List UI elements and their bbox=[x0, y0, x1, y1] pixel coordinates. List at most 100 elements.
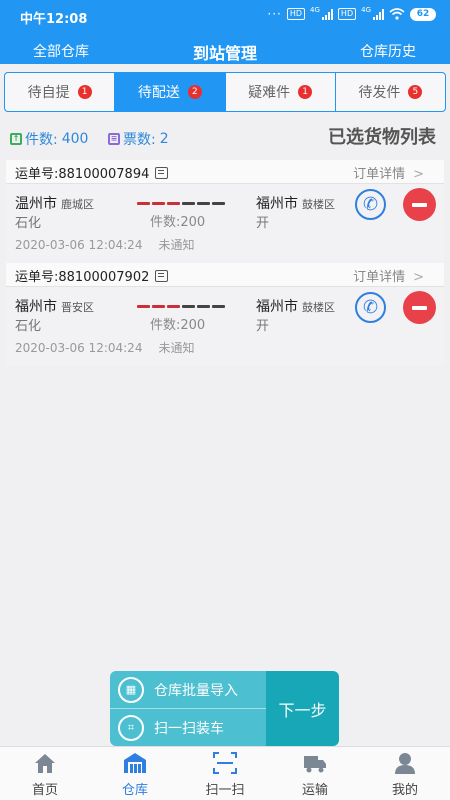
order-pieces: 件数:200 bbox=[150, 318, 206, 333]
tickets-label: 票数: bbox=[123, 132, 156, 148]
tickets-value: 2 bbox=[159, 131, 169, 147]
chevron-right-icon: > bbox=[413, 270, 424, 285]
destination-district: 鼓楼区 bbox=[302, 301, 335, 314]
destination-sub: 开 bbox=[256, 319, 270, 334]
order-detail-link[interactable]: 订单详情 > bbox=[353, 163, 424, 182]
nav-label: 我的 bbox=[391, 783, 418, 798]
tab-label: 待发件 bbox=[358, 85, 401, 101]
origin-sub: 石化 bbox=[15, 216, 42, 231]
order-meta: 2020-03-06 12:04:24 未通知 bbox=[15, 339, 194, 356]
batch-import-button[interactable]: ▦ 仓库批量导入 bbox=[110, 671, 266, 708]
phone-icon: ✆ bbox=[362, 297, 379, 318]
status-icons: ··· HD 4G HD 4G 62 bbox=[267, 7, 436, 21]
order-pieces: 件数:200 bbox=[150, 215, 206, 230]
waybill-text: 运单号:88100007902 bbox=[15, 270, 150, 285]
network-type-2: 4G bbox=[361, 6, 371, 14]
nav-mine[interactable]: 我的 bbox=[360, 747, 450, 800]
scan-icon: ⌗ bbox=[118, 714, 144, 741]
origin-district: 晋安区 bbox=[61, 301, 94, 314]
phone-button[interactable]: ✆ bbox=[355, 292, 386, 323]
user-icon bbox=[395, 753, 415, 774]
destination-city-name: 福州市 bbox=[256, 299, 298, 315]
waybill-number: 运单号:88100007902 bbox=[15, 266, 169, 285]
destination-city: 福州市 鼓楼区 bbox=[256, 193, 335, 213]
remove-button[interactable] bbox=[403, 291, 436, 324]
tab-pickup[interactable]: 待自提 1 bbox=[5, 73, 116, 111]
nav-label: 扫一扫 bbox=[205, 783, 245, 798]
notice-status: 未通知 bbox=[158, 341, 195, 355]
destination-city-name: 福州市 bbox=[256, 196, 298, 212]
route-line-icon bbox=[137, 202, 225, 205]
more-dots-icon: ··· bbox=[267, 7, 282, 21]
destination-sub: 开 bbox=[256, 216, 270, 231]
tab-badge: 1 bbox=[77, 85, 92, 99]
battery-icon: 62 bbox=[410, 7, 436, 21]
tab-label: 待自提 bbox=[27, 85, 70, 101]
phone-icon: ✆ bbox=[362, 194, 379, 215]
action-options: ▦ 仓库批量导入 ⌗ 扫一扫装车 bbox=[110, 671, 266, 746]
destination-district: 鼓楼区 bbox=[302, 198, 335, 211]
order-detail-link[interactable]: 订单详情 > bbox=[353, 266, 424, 285]
remove-button[interactable] bbox=[403, 188, 436, 221]
pieces-summary: ↑ 件数: 400 bbox=[10, 129, 88, 149]
order-card: 运单号:88100007894 订单详情 > 温州市 鹿城区 石化 件数:200 福… bbox=[6, 160, 444, 263]
tickets-icon: ≡ bbox=[108, 133, 120, 145]
waybill-number: 运单号:88100007894 bbox=[15, 163, 169, 182]
tab-to-send[interactable]: 待发件 5 bbox=[336, 73, 445, 111]
pieces-label: 件数: bbox=[25, 132, 58, 148]
pieces-value: 400 bbox=[61, 131, 89, 147]
all-warehouses-button[interactable]: 全部仓库 bbox=[33, 41, 89, 61]
header: 全部仓库 到站管理 仓库历史 bbox=[0, 32, 450, 66]
notice-status: 未通知 bbox=[158, 238, 195, 252]
network-type: 4G bbox=[310, 6, 320, 14]
scan-icon bbox=[213, 752, 237, 774]
order-detail-label: 订单详情 bbox=[353, 167, 406, 182]
wifi-icon bbox=[389, 8, 405, 20]
nav-warehouse[interactable]: 仓库 bbox=[90, 747, 180, 800]
status-time: 中午12:08 bbox=[20, 12, 88, 27]
warehouse-history-button[interactable]: 仓库历史 bbox=[360, 41, 416, 61]
order-time: 2020-03-06 12:04:24 bbox=[15, 238, 143, 252]
tab-label: 疑难件 bbox=[248, 85, 291, 101]
nav-label: 运输 bbox=[301, 783, 328, 798]
pieces-icon: ↑ bbox=[10, 133, 22, 145]
destination-city: 福州市 鼓楼区 bbox=[256, 296, 335, 316]
origin-sub: 石化 bbox=[15, 319, 42, 334]
origin-district: 鹿城区 bbox=[61, 198, 94, 211]
order-card: 运单号:88100007902 订单详情 > 福州市 晋安区 石化 件数:200 福… bbox=[6, 263, 444, 366]
signal-icon-2 bbox=[373, 8, 384, 20]
tab-badge: 2 bbox=[187, 85, 202, 99]
warehouse-icon: ▦ bbox=[118, 676, 144, 703]
order-header: 运单号:88100007902 订单详情 > bbox=[6, 263, 444, 287]
signal-icon bbox=[321, 8, 333, 20]
origin-city: 温州市 鹿城区 bbox=[15, 193, 94, 213]
truck-icon bbox=[304, 756, 326, 773]
nav-home[interactable]: 首页 bbox=[0, 747, 90, 800]
app-screen: 中午12:08 ··· HD 4G HD 4G 62 全部仓库 到站管理 仓库历… bbox=[0, 0, 450, 800]
chevron-right-icon: > bbox=[413, 167, 424, 182]
tab-badge: 1 bbox=[298, 85, 313, 99]
tab-badge: 5 bbox=[408, 85, 423, 99]
origin-city-name: 温州市 bbox=[15, 196, 57, 212]
bottom-nav: 首页 仓库 扫一扫 运输 我的 bbox=[0, 746, 450, 800]
nav-label: 仓库 bbox=[121, 783, 148, 798]
copy-icon[interactable] bbox=[155, 166, 169, 179]
hd-badge-2: HD bbox=[337, 8, 357, 20]
order-meta: 2020-03-06 12:04:24 未通知 bbox=[15, 236, 194, 253]
route-line-icon bbox=[137, 305, 225, 308]
phone-button[interactable]: ✆ bbox=[355, 189, 386, 220]
copy-icon[interactable] bbox=[155, 269, 169, 282]
nav-label: 首页 bbox=[31, 783, 58, 798]
waybill-text: 运单号:88100007894 bbox=[15, 167, 150, 182]
nav-scan[interactable]: 扫一扫 bbox=[180, 747, 270, 800]
hd-badge: HD bbox=[286, 8, 306, 20]
tab-problem[interactable]: 疑难件 1 bbox=[226, 73, 336, 111]
action-panel: ▦ 仓库批量导入 ⌗ 扫一扫装车 下一步 bbox=[110, 671, 339, 746]
order-time: 2020-03-06 12:04:24 bbox=[15, 341, 143, 355]
tickets-summary: ≡ 票数: 2 bbox=[108, 129, 169, 149]
tab-delivery[interactable]: 待配送 2 bbox=[115, 73, 226, 111]
warehouse-icon bbox=[124, 753, 146, 773]
nav-transport[interactable]: 运输 bbox=[270, 747, 360, 800]
scan-load-button[interactable]: ⌗ 扫一扫装车 bbox=[110, 709, 266, 746]
next-step-button[interactable]: 下一步 bbox=[266, 671, 339, 746]
